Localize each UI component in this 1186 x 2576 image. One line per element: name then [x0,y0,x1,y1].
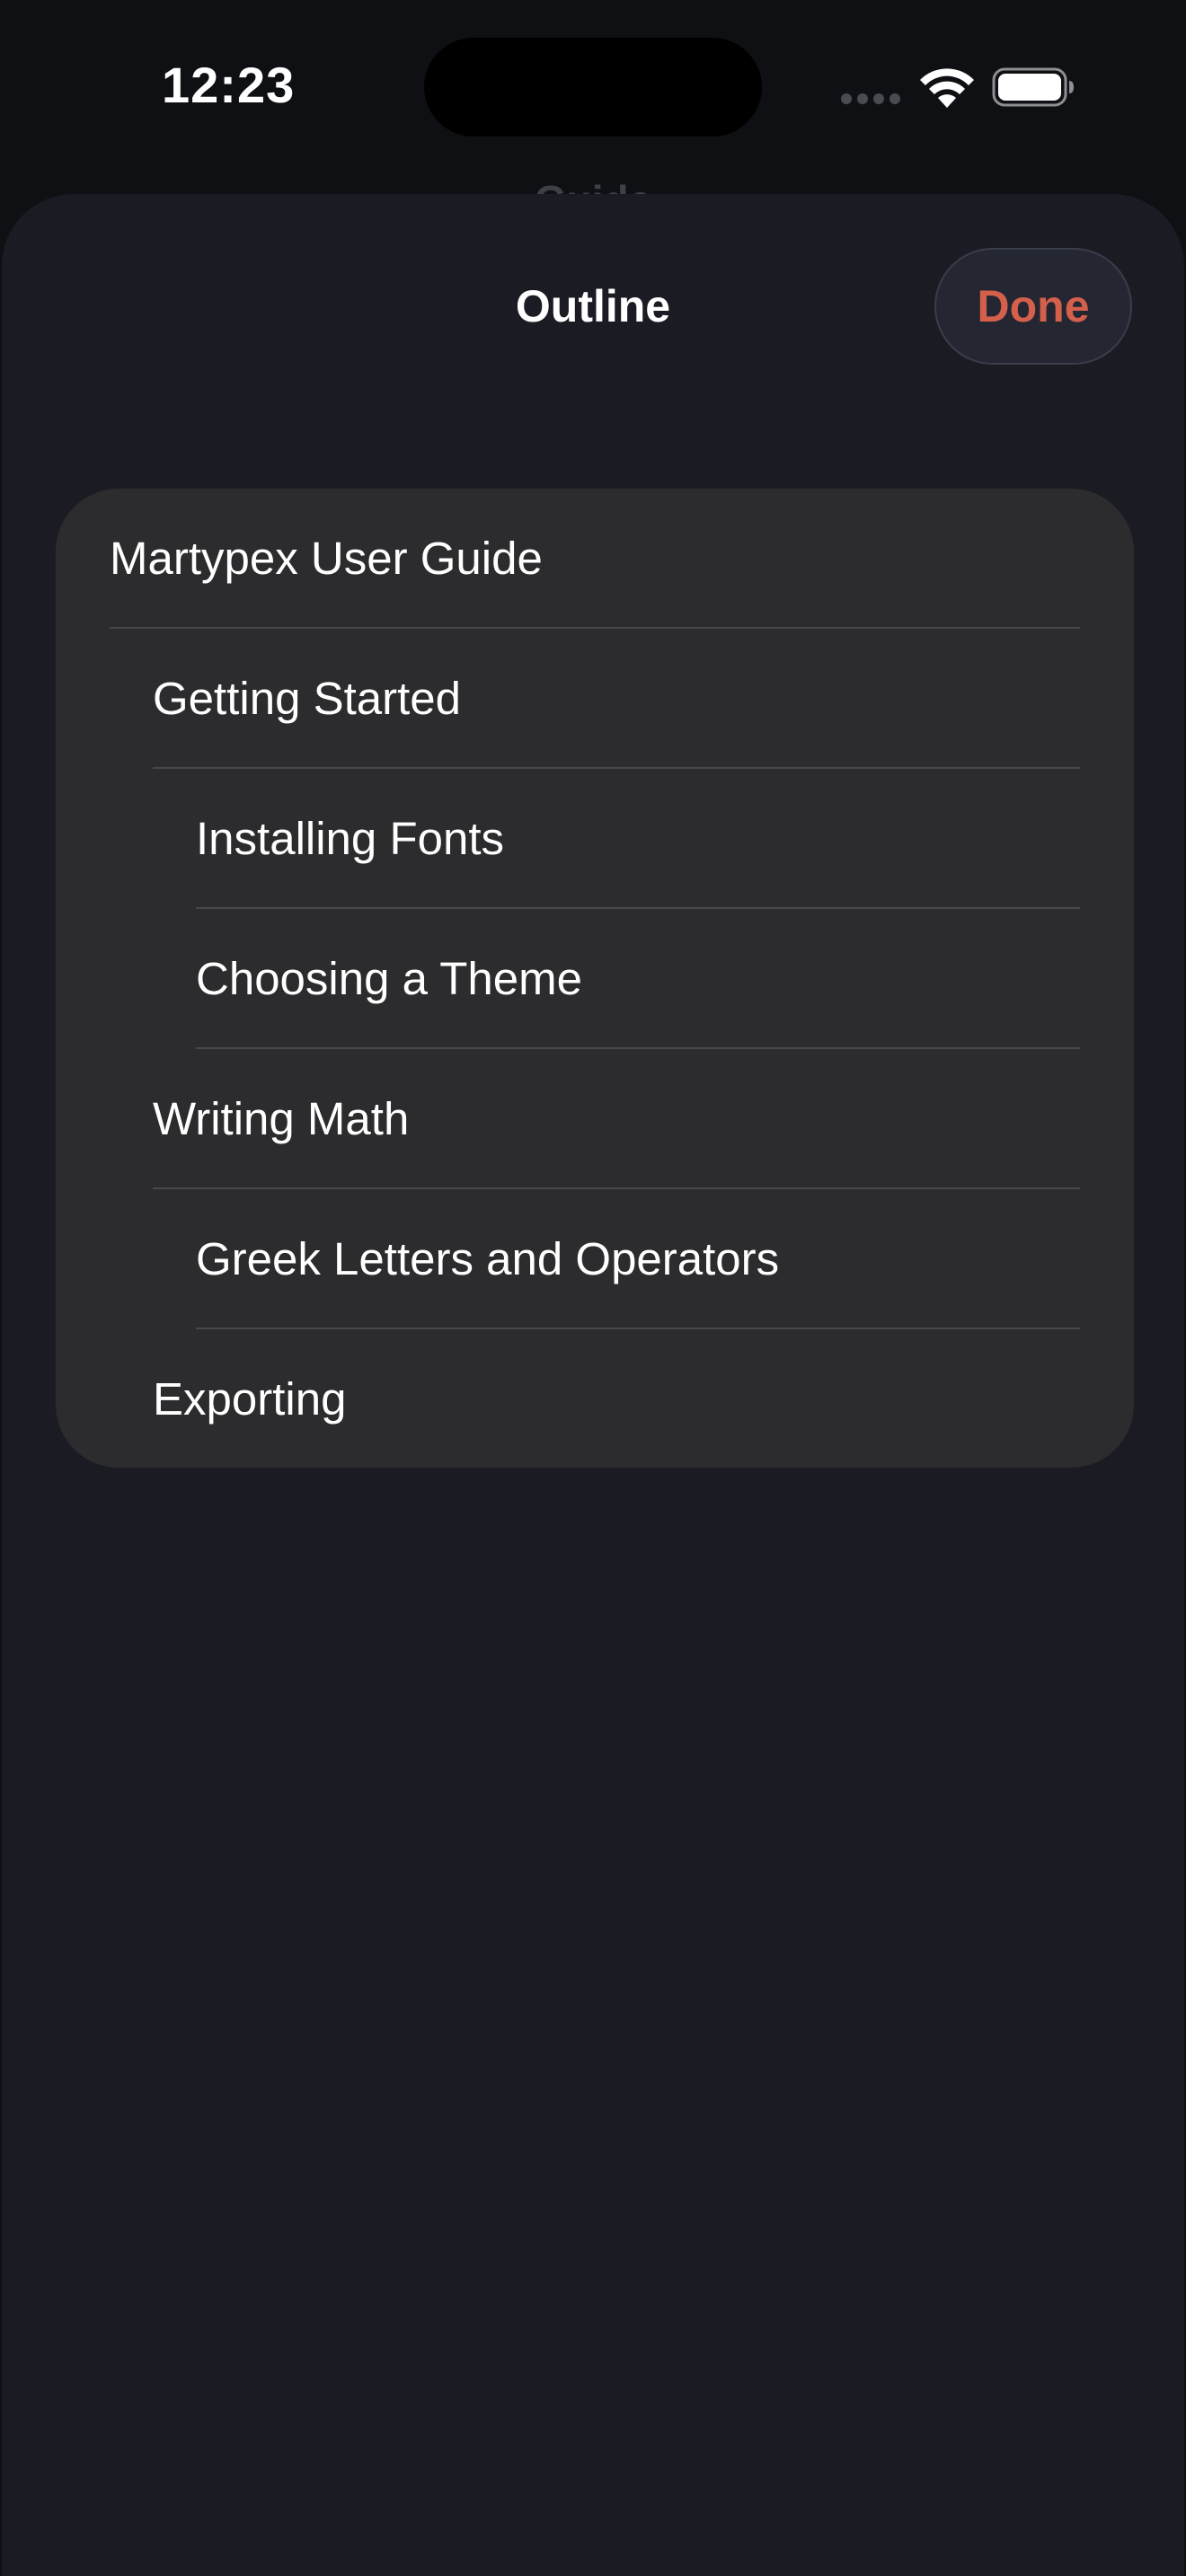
outline-item-label: Exporting [153,1373,347,1425]
outline-item-greek-letters-and-operators[interactable]: Greek Letters and Operators [56,1189,1134,1329]
outline-item-label: Getting Started [153,673,462,724]
cellular-signal-icon [841,93,900,106]
battery-icon [992,67,1074,107]
outline-item-label: Writing Math [153,1093,410,1144]
outline-item-label: Installing Fonts [196,813,505,864]
outline-list: Martypex User Guide Getting Started Inst… [56,489,1134,1468]
outline-item-label: Greek Letters and Operators [196,1233,780,1284]
outline-item-choosing-a-theme[interactable]: Choosing a Theme [56,909,1134,1049]
outline-sheet: Outline Done Martypex User Guide Getting… [2,194,1184,2576]
outline-item-label: Martypex User Guide [110,533,543,584]
outline-item-martypex-user-guide[interactable]: Martypex User Guide [56,489,1134,629]
outline-item-exporting[interactable]: Exporting [56,1329,1134,1468]
wifi-icon [920,68,974,108]
outline-item-installing-fonts[interactable]: Installing Fonts [56,769,1134,909]
outline-item-label: Choosing a Theme [196,953,582,1004]
outline-item-getting-started[interactable]: Getting Started [56,629,1134,769]
screen: 12:23 Guide Outline Done Martypex User G… [0,0,1186,2576]
done-button[interactable]: Done [934,248,1132,365]
outline-item-writing-math[interactable]: Writing Math [56,1049,1134,1189]
dynamic-island [424,38,762,137]
status-time: 12:23 [162,57,296,113]
